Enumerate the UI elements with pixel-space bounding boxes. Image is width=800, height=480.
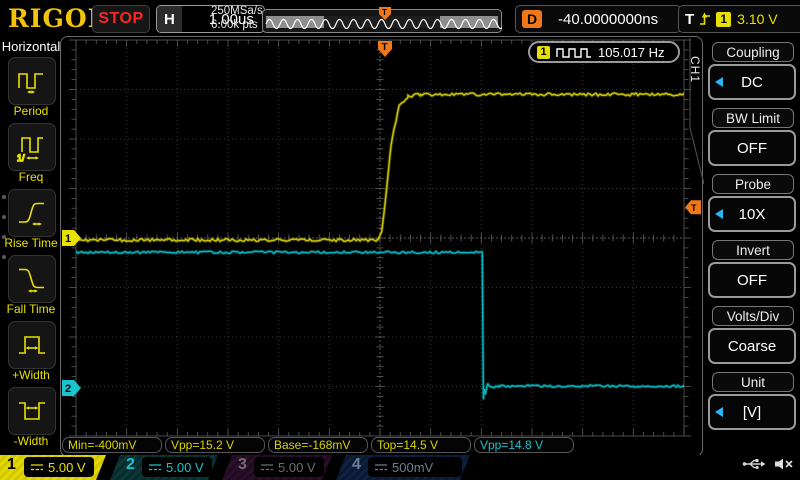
dc-coupling-icon: [260, 462, 274, 472]
right-menu-item-bw-limit[interactable]: OFF: [708, 130, 796, 166]
channel-scale-box: 5.00 V: [142, 457, 212, 477]
right-menu-item-coupling[interactable]: DC: [708, 64, 796, 100]
left-menu-button--width[interactable]: [8, 387, 56, 435]
speaker-muted-icon: [774, 457, 794, 471]
channel-number: 1: [7, 456, 16, 474]
chevron-left-icon: [715, 77, 723, 87]
channel-3-status[interactable]: 3 5.00 V: [222, 455, 332, 480]
memory-depth: 6.00k pts: [211, 18, 263, 32]
right-menu-item-unit[interactable]: [V]: [708, 394, 796, 430]
svg-text:1: 1: [65, 233, 71, 245]
trigger-delay-group[interactable]: D -40.0000000ns: [515, 5, 681, 33]
page-indicator-dot: [2, 215, 6, 219]
rising-edge-icon: [698, 11, 712, 27]
svg-text:T: T: [382, 8, 387, 17]
rise-time-icon: [16, 197, 48, 229]
channel-4-status[interactable]: 4 500mV: [336, 455, 470, 480]
chevron-left-icon: [715, 209, 723, 219]
right-menu-item-probe[interactable]: 10X: [708, 196, 796, 232]
sample-rate: 250MSa/s: [211, 4, 263, 18]
minus-width-icon: [16, 395, 48, 427]
page-indicator-dot: [2, 195, 6, 199]
channel-status-bar: 1 5.00 V 2 5.00 V 3 5.00 V 4 500mV: [0, 455, 800, 480]
right-menu-item-label: Coupling: [712, 42, 794, 62]
measurement-readout: Vpp=15.2 V: [165, 437, 265, 453]
channel-1-status[interactable]: 1 5.00 V: [0, 455, 106, 480]
channel-2-status[interactable]: 2 5.00 V: [110, 455, 218, 480]
channel-scale-box: 5.00 V: [24, 457, 94, 477]
period-icon: [16, 65, 48, 97]
page-indicator-dot: [2, 235, 6, 239]
channel-scale-box: 5.00 V: [254, 457, 324, 477]
fall-time-icon: [16, 263, 48, 295]
trigger-level-value: 3.10 V: [737, 11, 777, 27]
channel-2-reference-marker[interactable]: 2: [62, 380, 81, 396]
right-menu-item-invert[interactable]: OFF: [708, 262, 796, 298]
left-menu-button-rise-time[interactable]: [8, 189, 56, 237]
frequency-counter: 1 105.017 Hz: [528, 41, 680, 63]
trace-ch1: [76, 93, 684, 241]
measurement-readout: Min=-400mV: [62, 437, 162, 453]
left-menu-button-label: Fall Time: [0, 302, 62, 316]
usb-icon: [742, 457, 766, 471]
channel-scale-value: 5.00 V: [278, 460, 316, 475]
channel-scale-box: 500mV: [368, 457, 462, 477]
menu-tab-outline: [686, 36, 706, 236]
left-menu-button-period[interactable]: [8, 57, 56, 105]
channel-number: 4: [352, 456, 361, 474]
trigger-position-marker[interactable]: T: [378, 41, 392, 57]
measurement-readout: Top=14.5 V: [371, 437, 471, 453]
dc-coupling-icon: [30, 462, 44, 472]
plus-width-icon: [16, 329, 48, 361]
measurement-readout: Vpp=14.8 V: [474, 437, 574, 453]
left-menu-button-label: Freq: [0, 170, 62, 184]
freq-icon: 1/: [16, 131, 48, 163]
channel-1-reference-marker[interactable]: 1: [62, 230, 81, 246]
right-menu-item-label: Probe: [712, 174, 794, 194]
channel-scale-value: 500mV: [392, 460, 433, 475]
left-menu-button-label: Period: [0, 104, 62, 118]
left-menu-button-label: Rise Time: [0, 236, 62, 250]
dc-coupling-icon: [374, 462, 388, 472]
chevron-left-icon: [715, 407, 723, 417]
horizontal-badge: H: [157, 6, 182, 32]
freq-counter-channel-badge: 1: [537, 46, 550, 59]
left-menu-button-freq[interactable]: 1/: [8, 123, 56, 171]
timebase-overview-strip[interactable]: T: [262, 7, 502, 33]
channel-scale-value: 5.00 V: [48, 460, 86, 475]
delay-badge: D: [522, 10, 542, 28]
left-menu-button-label: +Width: [0, 368, 62, 382]
measurement-readout: Base=-168mV: [268, 437, 368, 453]
trigger-status-group[interactable]: T 1 3.10 V: [678, 5, 800, 33]
right-menu-item-label: Invert: [712, 240, 794, 260]
page-indicator-dot: [2, 255, 6, 259]
svg-text:T: T: [382, 42, 388, 53]
dc-coupling-icon: [148, 462, 162, 472]
channel-scale-value: 5.00 V: [166, 460, 204, 475]
svg-text:2: 2: [65, 383, 71, 395]
trigger-source-badge: 1: [716, 12, 731, 27]
left-menu-button-fall-time[interactable]: [8, 255, 56, 303]
svg-text:1/: 1/: [17, 153, 25, 163]
acquisition-info: 250MSa/s 6.00k pts: [211, 4, 263, 32]
right-menu-item-volts-div[interactable]: Coarse: [708, 328, 796, 364]
delay-value: -40.0000000ns: [542, 11, 674, 28]
trigger-label: T: [685, 11, 694, 28]
square-wave-icon: [555, 44, 593, 60]
channel-number: 3: [238, 456, 247, 474]
left-menu-title: Horizontal: [0, 39, 62, 54]
channel-number: 2: [126, 456, 135, 474]
run-state-indicator[interactable]: STOP: [92, 5, 150, 33]
left-menu-button-label: -Width: [0, 434, 62, 448]
right-menu-item-label: BW Limit: [712, 108, 794, 128]
waveform-display: 12TT: [60, 36, 702, 440]
right-menu-item-label: Volts/Div: [712, 306, 794, 326]
trace-ch1: [76, 93, 684, 241]
freq-counter-value: 105.017 Hz: [598, 45, 665, 60]
system-status-icons: [742, 457, 794, 471]
left-menu-button--width[interactable]: [8, 321, 56, 369]
right-menu-item-label: Unit: [712, 372, 794, 392]
